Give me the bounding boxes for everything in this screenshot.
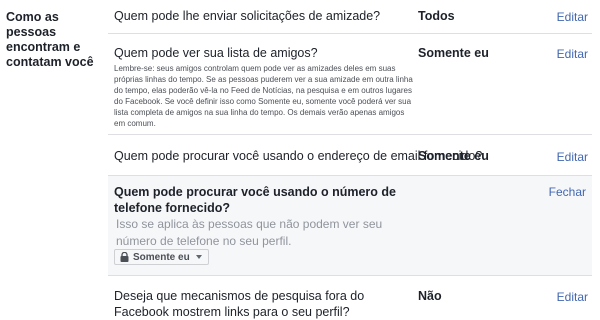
caret-down-icon bbox=[195, 255, 202, 259]
audience-selector-label: Somente eu bbox=[133, 251, 190, 263]
section-title: Como as pessoas encontram e contatam voc… bbox=[6, 10, 94, 69]
edit-link[interactable]: Editar bbox=[557, 149, 588, 165]
audience-selector-button[interactable]: Somente eu bbox=[114, 249, 209, 265]
setting-question: Quem pode lhe enviar solicitações de ami… bbox=[114, 9, 381, 23]
setting-question: Quem pode procurar você usando o número … bbox=[114, 185, 396, 215]
setting-note: Lembre-se: seus amigos controlam quem po… bbox=[114, 64, 413, 128]
setting-value: Somente eu bbox=[418, 149, 489, 163]
setting-row-friends-list: Quem pode ver sua lista de amigos? Somen… bbox=[108, 34, 592, 135]
setting-question: Deseja que mecanismos de pesquisa fora d… bbox=[114, 289, 365, 319]
setting-row-search-engines: Deseja que mecanismos de pesquisa fora d… bbox=[108, 276, 592, 319]
setting-value: Não bbox=[418, 289, 442, 303]
lock-icon bbox=[120, 252, 129, 262]
setting-value: Todos bbox=[418, 9, 455, 23]
setting-row-email-lookup: Quem pode procurar você usando o endereç… bbox=[108, 135, 592, 176]
edit-link[interactable]: Editar bbox=[557, 46, 588, 62]
setting-question: Quem pode ver sua lista de amigos? bbox=[114, 46, 318, 60]
setting-value: Somente eu bbox=[418, 46, 489, 60]
edit-link[interactable]: Editar bbox=[557, 289, 588, 305]
setting-row-friend-requests: Quem pode lhe enviar solicitações de ami… bbox=[108, 0, 592, 34]
setting-hint: Isso se aplica às pessoas que não podem … bbox=[116, 217, 383, 248]
edit-link[interactable]: Editar bbox=[557, 9, 588, 25]
close-link[interactable]: Fechar bbox=[549, 184, 586, 200]
